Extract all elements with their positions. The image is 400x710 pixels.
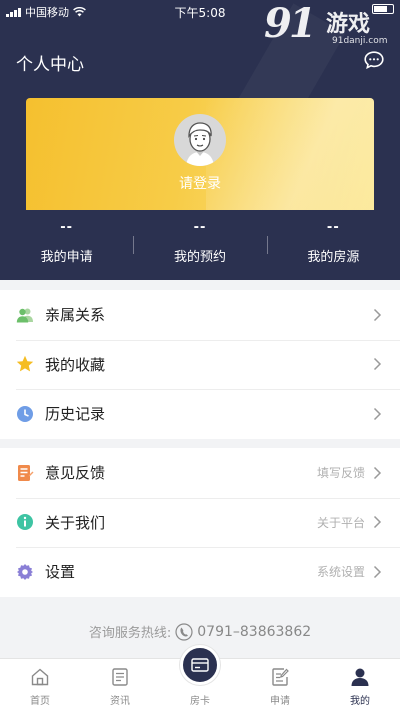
phone-icon bbox=[175, 622, 193, 641]
menu-item-relatives[interactable]: 亲属关系 bbox=[0, 290, 400, 340]
menu-item-label: 关于我们 bbox=[45, 513, 106, 532]
menu-item-settings[interactable]: 设置 系统设置 bbox=[0, 547, 400, 597]
menu-item-hint: 填写反馈 bbox=[316, 466, 365, 481]
menu-item-label: 亲属关系 bbox=[45, 306, 106, 325]
tab-label: 资讯 bbox=[110, 696, 130, 707]
tab-news[interactable]: 资讯 bbox=[80, 659, 160, 710]
tab-home[interactable]: 首页 bbox=[0, 659, 80, 710]
menu-item-hint: 关于平台 bbox=[316, 515, 365, 530]
house-card-button[interactable] bbox=[180, 645, 220, 685]
chevron-right-icon bbox=[373, 565, 382, 578]
default-avatar-icon[interactable] bbox=[174, 114, 226, 166]
home-icon bbox=[31, 668, 49, 686]
menu-item-hint: 系统设置 bbox=[316, 565, 365, 580]
watermark-brand: 91 bbox=[264, 0, 317, 47]
news-icon bbox=[112, 668, 128, 686]
chevron-right-icon bbox=[373, 308, 382, 321]
settings-gear-icon bbox=[16, 563, 34, 581]
menu-item-feedback[interactable]: 意见反馈 填写反馈 bbox=[0, 448, 400, 498]
chevron-right-icon bbox=[373, 407, 382, 420]
tab-label: 我的 bbox=[350, 696, 370, 707]
profile-card[interactable]: 请登录 bbox=[26, 98, 374, 210]
tab-apply[interactable]: 申请 bbox=[240, 659, 320, 710]
menu-item-label: 我的收藏 bbox=[45, 355, 106, 374]
watermark-domain: 91danji.com bbox=[332, 36, 388, 46]
chevron-right-icon bbox=[373, 358, 382, 371]
house-card-icon bbox=[191, 658, 209, 672]
stat-label: 我的申请 bbox=[40, 250, 93, 265]
chevron-right-icon bbox=[373, 466, 382, 479]
stats-bar: -- 我的申请 -- 我的预约 -- 我的房源 bbox=[0, 220, 400, 270]
menu-item-favorites[interactable]: 我的收藏 bbox=[0, 339, 400, 390]
message-bubble-icon[interactable] bbox=[364, 51, 384, 69]
bottom-tab-bar: 首页 资讯 房卡 申请 我的 bbox=[0, 645, 400, 710]
stat-label: 我的房源 bbox=[307, 250, 360, 265]
menu-item-label: 历史记录 bbox=[45, 405, 106, 424]
card-shine bbox=[206, 98, 374, 210]
profile-icon bbox=[351, 668, 369, 686]
menu-item-about[interactable]: 关于我们 关于平台 bbox=[0, 497, 400, 548]
stat-count: -- bbox=[326, 220, 340, 235]
tab-label: 房卡 bbox=[190, 696, 210, 707]
hotline-number[interactable]: 0791–83863862 bbox=[197, 624, 311, 640]
tab-profile[interactable]: 我的 bbox=[320, 659, 400, 710]
relatives-icon bbox=[16, 306, 34, 324]
clock-icon bbox=[16, 405, 34, 423]
star-icon bbox=[16, 355, 34, 373]
info-icon bbox=[16, 513, 34, 531]
watermark-title: 游戏 bbox=[326, 12, 371, 37]
menu-item-label: 设置 bbox=[45, 563, 76, 582]
stat-listings[interactable]: -- 我的房源 bbox=[266, 220, 400, 270]
feedback-icon bbox=[16, 464, 34, 482]
menu-group-personal: 亲属关系 我的收藏 历史记录 bbox=[0, 290, 400, 439]
page-title: 个人中心 bbox=[16, 55, 84, 75]
stat-applications[interactable]: -- 我的申请 bbox=[0, 220, 133, 270]
login-button[interactable]: 请登录 bbox=[26, 173, 374, 193]
stat-count: -- bbox=[193, 220, 207, 235]
menu-group-system: 意见反馈 填写反馈 关于我们 关于平台 设置 系统设置 bbox=[0, 448, 400, 597]
site-watermark: 91 游戏 91danji.com bbox=[264, 0, 394, 48]
apply-icon bbox=[272, 668, 289, 686]
stat-label: 我的预约 bbox=[173, 250, 226, 265]
chevron-right-icon bbox=[373, 516, 382, 529]
hotline-label: 咨询服务热线: bbox=[88, 626, 172, 641]
tab-house-card[interactable]: 房卡 bbox=[160, 645, 240, 710]
stat-count: -- bbox=[60, 220, 74, 235]
menu-item-history[interactable]: 历史记录 bbox=[0, 389, 400, 439]
stat-appointments[interactable]: -- 我的预约 bbox=[133, 220, 266, 270]
tab-label: 申请 bbox=[270, 696, 290, 707]
tab-label: 首页 bbox=[30, 696, 50, 707]
service-hotline: 咨询服务热线: 0791–83863862 bbox=[0, 622, 400, 641]
menu-item-label: 意见反馈 bbox=[45, 464, 106, 483]
